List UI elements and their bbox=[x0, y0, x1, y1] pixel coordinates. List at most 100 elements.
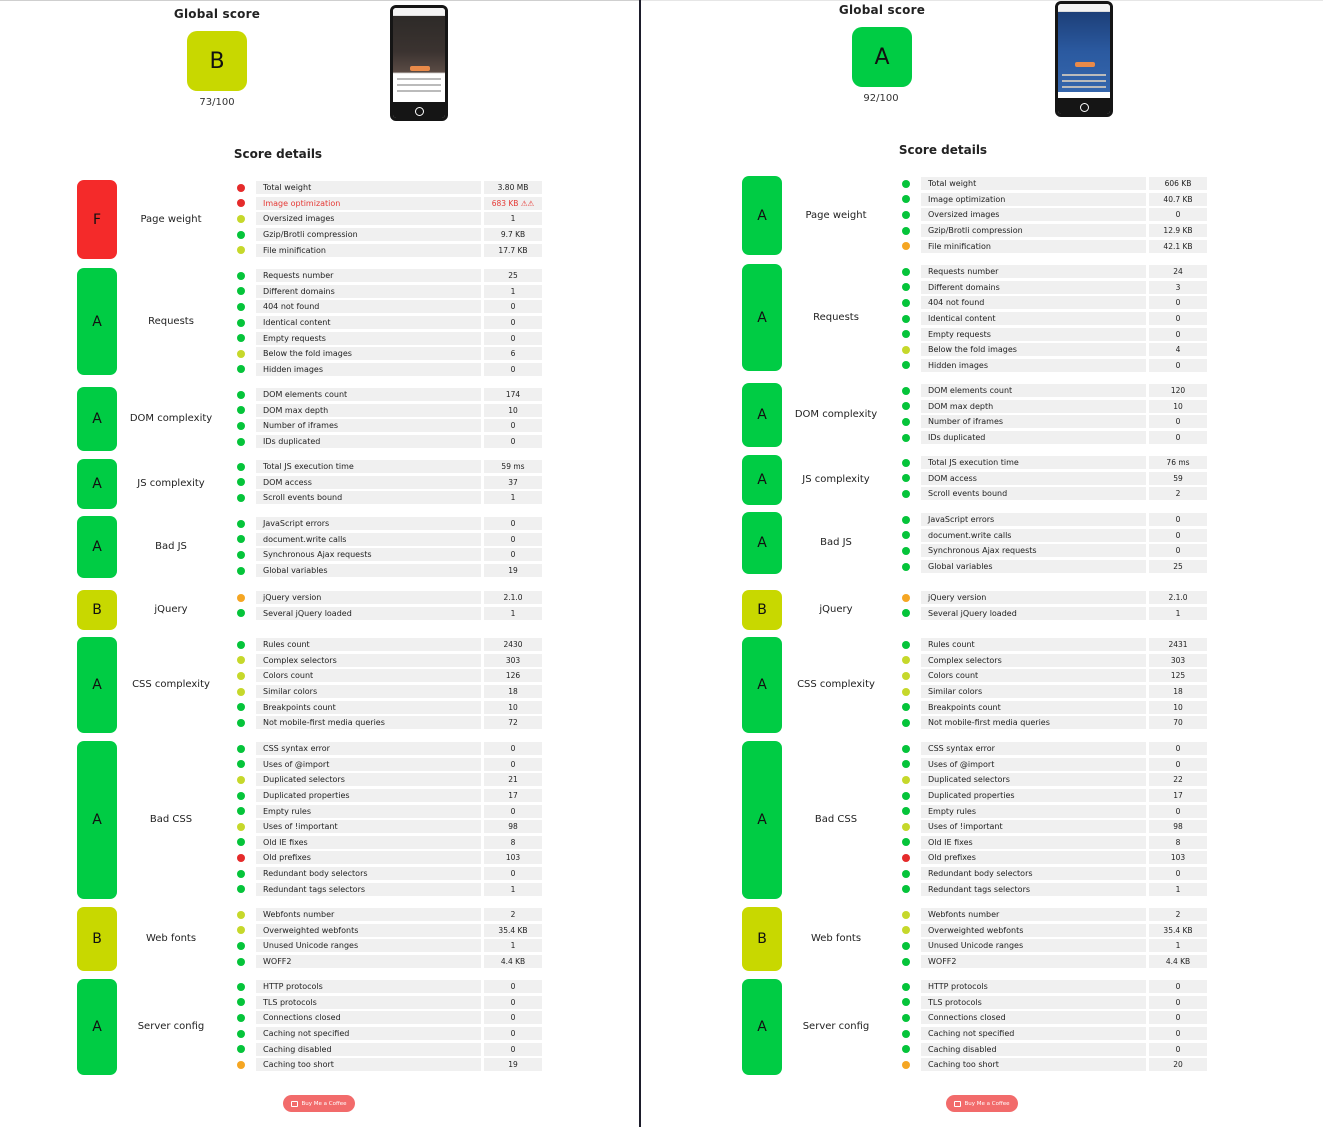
metric-row[interactable]: Synchronous Ajax requests 0 bbox=[226, 547, 547, 563]
metric-row[interactable]: Similar colors 18 bbox=[891, 684, 1212, 700]
metric-row[interactable]: Similar colors 18 bbox=[226, 684, 547, 700]
metric-row[interactable]: Global variables 25 bbox=[891, 559, 1212, 575]
metric-row[interactable]: Total weight 606 KB bbox=[891, 176, 1212, 192]
metric-row[interactable]: TLS protocols 0 bbox=[226, 995, 547, 1011]
metric-row[interactable]: File minification 42.1 KB bbox=[891, 238, 1212, 254]
metric-row[interactable]: WOFF2 4.4 KB bbox=[226, 954, 547, 970]
metric-row[interactable]: Redundant tags selectors 1 bbox=[226, 881, 547, 897]
metric-row[interactable]: DOM max depth 10 bbox=[226, 403, 547, 419]
metric-row[interactable]: document.write calls 0 bbox=[226, 532, 547, 548]
metric-row[interactable]: Old IE fixes 8 bbox=[891, 835, 1212, 851]
metric-row[interactable]: Complex selectors 303 bbox=[226, 653, 547, 669]
metric-row[interactable]: Synchronous Ajax requests 0 bbox=[891, 543, 1212, 559]
metric-row[interactable]: DOM elements count 120 bbox=[891, 383, 1212, 399]
metric-row[interactable]: Duplicated properties 17 bbox=[891, 788, 1212, 804]
metric-row[interactable]: Overweighted webfonts 35.4 KB bbox=[891, 923, 1212, 939]
metric-row[interactable]: Several jQuery loaded 1 bbox=[891, 606, 1212, 622]
buy-me-a-coffee-button[interactable]: Buy Me a Coffee bbox=[283, 1095, 355, 1112]
metric-row[interactable]: Requests number 24 bbox=[891, 264, 1212, 280]
metric-row[interactable]: Different domains 1 bbox=[226, 284, 547, 300]
metric-row[interactable]: Duplicated properties 17 bbox=[226, 788, 547, 804]
metric-row[interactable]: Old prefixes 103 bbox=[226, 850, 547, 866]
metric-row[interactable]: TLS protocols 0 bbox=[891, 995, 1212, 1011]
metric-row[interactable]: Image optimization 683 KB ⚠⚠ bbox=[226, 196, 547, 212]
metric-row[interactable]: Scroll events bound 1 bbox=[226, 490, 547, 506]
metric-row[interactable]: Below the fold images 4 bbox=[891, 342, 1212, 358]
metric-row[interactable]: Total JS execution time 76 ms bbox=[891, 455, 1212, 471]
metric-row[interactable]: Uses of !important 98 bbox=[226, 819, 547, 835]
metric-row[interactable]: Connections closed 0 bbox=[891, 1010, 1212, 1026]
metric-row[interactable]: Total JS execution time 59 ms bbox=[226, 459, 547, 475]
metric-row[interactable]: Duplicated selectors 21 bbox=[226, 772, 547, 788]
metric-row[interactable]: Breakpoints count 10 bbox=[226, 699, 547, 715]
metric-row[interactable]: Oversized images 0 bbox=[891, 207, 1212, 223]
metric-row[interactable]: Breakpoints count 10 bbox=[891, 699, 1212, 715]
metric-row[interactable]: IDs duplicated 0 bbox=[226, 434, 547, 450]
metric-row[interactable]: Overweighted webfonts 35.4 KB bbox=[226, 923, 547, 939]
metric-row[interactable]: Webfonts number 2 bbox=[891, 907, 1212, 923]
metric-row[interactable]: Caching not specified 0 bbox=[891, 1026, 1212, 1042]
metric-row[interactable]: Empty requests 0 bbox=[891, 326, 1212, 342]
metric-row[interactable]: CSS syntax error 0 bbox=[226, 741, 547, 757]
metric-row[interactable]: Redundant body selectors 0 bbox=[226, 866, 547, 882]
metric-row[interactable]: Uses of @import 0 bbox=[891, 757, 1212, 773]
metric-row[interactable]: Oversized images 1 bbox=[226, 211, 547, 227]
metric-row[interactable]: Old IE fixes 8 bbox=[226, 835, 547, 851]
metric-row[interactable]: JavaScript errors 0 bbox=[891, 512, 1212, 528]
metric-row[interactable]: Gzip/Brotli compression 12.9 KB bbox=[891, 223, 1212, 239]
metric-row[interactable]: Hidden images 0 bbox=[891, 358, 1212, 374]
metric-row[interactable]: jQuery version 2.1.0 bbox=[226, 590, 547, 606]
metric-row[interactable]: Number of iframes 0 bbox=[891, 414, 1212, 430]
metric-row[interactable]: Empty rules 0 bbox=[226, 803, 547, 819]
metric-row[interactable]: Several jQuery loaded 1 bbox=[226, 606, 547, 622]
metric-row[interactable]: File minification 17.7 KB bbox=[226, 242, 547, 258]
metric-row[interactable]: Identical content 0 bbox=[891, 311, 1212, 327]
metric-row[interactable]: 404 not found 0 bbox=[226, 299, 547, 315]
metric-row[interactable]: jQuery version 2.1.0 bbox=[891, 590, 1212, 606]
metric-row[interactable]: Different domains 3 bbox=[891, 280, 1212, 296]
metric-row[interactable]: Redundant tags selectors 1 bbox=[891, 881, 1212, 897]
metric-row[interactable]: Empty rules 0 bbox=[891, 803, 1212, 819]
metric-row[interactable]: DOM access 59 bbox=[891, 471, 1212, 487]
metric-row[interactable]: WOFF2 4.4 KB bbox=[891, 954, 1212, 970]
metric-row[interactable]: IDs duplicated 0 bbox=[891, 430, 1212, 446]
metric-row[interactable]: Below the fold images 6 bbox=[226, 346, 547, 362]
metric-row[interactable]: Redundant body selectors 0 bbox=[891, 866, 1212, 882]
metric-row[interactable]: Identical content 0 bbox=[226, 315, 547, 331]
metric-row[interactable]: Connections closed 0 bbox=[226, 1010, 547, 1026]
metric-row[interactable]: Uses of !important 98 bbox=[891, 819, 1212, 835]
metric-row[interactable]: DOM elements count 174 bbox=[226, 387, 547, 403]
metric-row[interactable]: Complex selectors 303 bbox=[891, 653, 1212, 669]
metric-row[interactable]: Uses of @import 0 bbox=[226, 757, 547, 773]
metric-row[interactable]: Caching not specified 0 bbox=[226, 1026, 547, 1042]
metric-row[interactable]: Global variables 19 bbox=[226, 563, 547, 579]
metric-row[interactable]: Unused Unicode ranges 1 bbox=[226, 938, 547, 954]
metric-row[interactable]: DOM access 37 bbox=[226, 475, 547, 491]
metric-row[interactable]: Caching disabled 0 bbox=[891, 1041, 1212, 1057]
metric-row[interactable]: Hidden images 0 bbox=[226, 362, 547, 378]
metric-row[interactable]: DOM max depth 10 bbox=[891, 399, 1212, 415]
metric-row[interactable]: CSS syntax error 0 bbox=[891, 741, 1212, 757]
metric-row[interactable]: HTTP protocols 0 bbox=[226, 979, 547, 995]
metric-row[interactable]: document.write calls 0 bbox=[891, 528, 1212, 544]
buy-me-a-coffee-button[interactable]: Buy Me a Coffee bbox=[946, 1095, 1018, 1112]
metric-row[interactable]: Rules count 2431 bbox=[891, 637, 1212, 653]
metric-row[interactable]: Scroll events bound 2 bbox=[891, 486, 1212, 502]
metric-row[interactable]: JavaScript errors 0 bbox=[226, 516, 547, 532]
metric-row[interactable]: Total weight 3.80 MB bbox=[226, 180, 547, 196]
metric-row[interactable]: Empty requests 0 bbox=[226, 330, 547, 346]
metric-row[interactable]: Rules count 2430 bbox=[226, 637, 547, 653]
metric-row[interactable]: Colors count 126 bbox=[226, 668, 547, 684]
metric-row[interactable]: Requests number 25 bbox=[226, 268, 547, 284]
metric-row[interactable]: Gzip/Brotli compression 9.7 KB bbox=[226, 227, 547, 243]
metric-row[interactable]: 404 not found 0 bbox=[891, 295, 1212, 311]
metric-row[interactable]: Not mobile-first media queries 70 bbox=[891, 715, 1212, 731]
metric-row[interactable]: Unused Unicode ranges 1 bbox=[891, 938, 1212, 954]
metric-row[interactable]: Image optimization 40.7 KB bbox=[891, 192, 1212, 208]
metric-row[interactable]: HTTP protocols 0 bbox=[891, 979, 1212, 995]
metric-row[interactable]: Webfonts number 2 bbox=[226, 907, 547, 923]
metric-row[interactable]: Duplicated selectors 22 bbox=[891, 772, 1212, 788]
metric-row[interactable]: Caching too short 19 bbox=[226, 1057, 547, 1073]
metric-row[interactable]: Colors count 125 bbox=[891, 668, 1212, 684]
metric-row[interactable]: Not mobile-first media queries 72 bbox=[226, 715, 547, 731]
